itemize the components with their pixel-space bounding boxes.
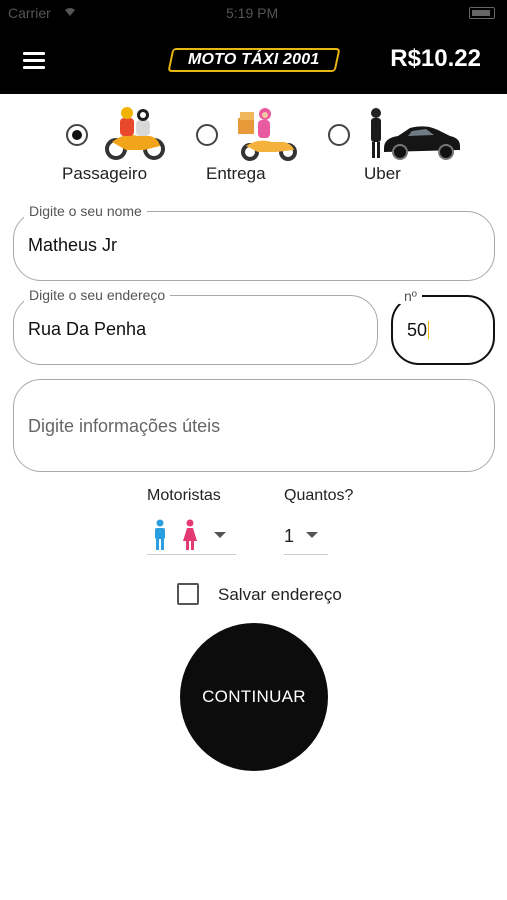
service-option-passageiro[interactable]: Passageiro: [60, 106, 180, 190]
quantity-label: Quantos?: [284, 487, 354, 504]
number-field-label: nº: [399, 288, 422, 304]
quantity-value: 1: [284, 526, 295, 546]
number-field-value: 50: [407, 320, 430, 340]
entrega-label: Entrega: [206, 164, 266, 183]
chauffeur-car-icon: [364, 106, 462, 167]
battery-icon: [469, 7, 495, 19]
drivers-label: Motoristas: [147, 487, 221, 504]
motorcycle-passenger-icon: [104, 106, 166, 167]
address-field-label: Digite o seu endereço: [24, 287, 171, 303]
passageiro-radio[interactable]: [66, 124, 88, 146]
menu-button[interactable]: [18, 46, 52, 76]
number-field[interactable]: nº 50: [391, 288, 495, 365]
text-caret: [428, 321, 430, 339]
uber-radio[interactable]: [328, 124, 350, 146]
continue-button[interactable]: CONTINUAR: [180, 623, 328, 771]
uber-label: Uber: [364, 164, 401, 183]
passageiro-label: Passageiro: [62, 164, 148, 183]
info-field[interactable]: Digite informações úteis: [13, 379, 495, 472]
info-field-placeholder: Digite informações úteis: [28, 416, 221, 436]
app-bar: MOTO TÁXI 2001 R$10.22: [0, 26, 507, 94]
delivery-scooter-icon: [234, 106, 300, 167]
status-time: 5:19 PM: [226, 5, 279, 21]
save-address-checkbox[interactable]: [177, 583, 199, 605]
app-logo: MOTO TÁXI 2001: [167, 48, 341, 72]
name-field-value: Matheus Jr: [28, 235, 118, 255]
service-option-uber[interactable]: Uber: [322, 106, 462, 190]
address-field-value: Rua Da Penha: [28, 319, 147, 339]
quantity-dropdown[interactable]: 1: [284, 515, 328, 555]
name-field-label: Digite o seu nome: [24, 203, 147, 219]
drivers-dropdown[interactable]: [147, 515, 236, 555]
entrega-radio[interactable]: [196, 124, 218, 146]
app-logo-text: MOTO TÁXI 2001: [188, 51, 320, 68]
female-icon: [182, 519, 198, 556]
wifi-icon: [62, 4, 78, 20]
status-bar: Carrier 5:19 PM: [0, 0, 507, 26]
save-address-label: Salvar endereço: [218, 585, 342, 604]
balance-amount: R$10.22: [390, 45, 481, 72]
male-icon: [153, 519, 167, 556]
quantity-dropdown-chevron-icon: [306, 532, 318, 538]
drivers-dropdown-chevron-icon: [214, 532, 226, 538]
address-field[interactable]: Digite o seu endereço Rua Da Penha: [13, 287, 378, 365]
name-field[interactable]: Digite o seu nome Matheus Jr: [13, 203, 495, 281]
carrier-name: Carrier: [8, 5, 51, 21]
service-option-entrega[interactable]: Entrega: [190, 106, 302, 190]
